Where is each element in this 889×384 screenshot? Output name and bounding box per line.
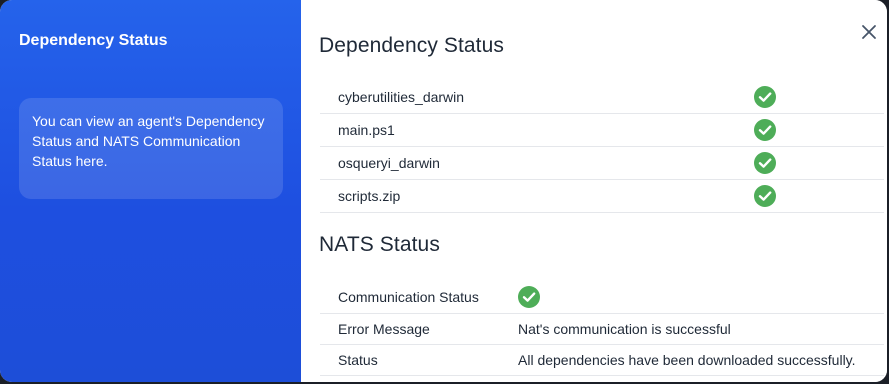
check-circle-icon <box>754 119 776 141</box>
table-row: Error Message Nat's communication is suc… <box>320 314 884 345</box>
dependency-name: main.ps1 <box>338 122 395 138</box>
table-row: main.ps1 <box>320 114 884 147</box>
sidebar-info-card: You can view an agent's Dependency Statu… <box>19 98 283 199</box>
check-circle-icon <box>754 152 776 174</box>
dependency-status-modal: Dependency Status You can view an agent'… <box>0 0 887 382</box>
table-row: Status All dependencies have been downlo… <box>320 345 884 376</box>
check-circle-icon <box>754 185 776 207</box>
table-row: scripts.zip <box>320 180 884 213</box>
nats-table: Communication Status Error Message Nat's… <box>320 281 884 376</box>
nats-row-value: All dependencies have been downloaded su… <box>518 352 856 368</box>
dependency-table: cyberutilities_darwin main.ps1 osqueryi_… <box>320 81 884 213</box>
table-row: cyberutilities_darwin <box>320 81 884 114</box>
nats-row-label: Communication Status <box>338 289 479 305</box>
nats-row-label: Error Message <box>338 321 430 337</box>
dependency-name: osqueryi_darwin <box>338 155 440 171</box>
nats-row-value: Nat's communication is successful <box>518 321 731 337</box>
main-content: Dependency Status cyberutilities_darwin … <box>301 0 887 382</box>
dependency-name: scripts.zip <box>338 188 401 204</box>
info-sidebar: Dependency Status You can view an agent'… <box>0 0 301 382</box>
dependency-name: cyberutilities_darwin <box>338 89 465 105</box>
table-row: osqueryi_darwin <box>320 147 884 180</box>
close-icon[interactable] <box>861 24 877 40</box>
nats-status-title: NATS Status <box>319 233 440 256</box>
sidebar-info-text: You can view an agent's Dependency Statu… <box>32 113 265 169</box>
sidebar-title: Dependency Status <box>19 32 168 49</box>
check-circle-icon <box>754 86 776 108</box>
nats-row-label: Status <box>338 352 378 368</box>
table-row: Communication Status <box>320 281 884 314</box>
dependency-status-title: Dependency Status <box>319 34 504 57</box>
check-circle-icon <box>518 286 540 308</box>
